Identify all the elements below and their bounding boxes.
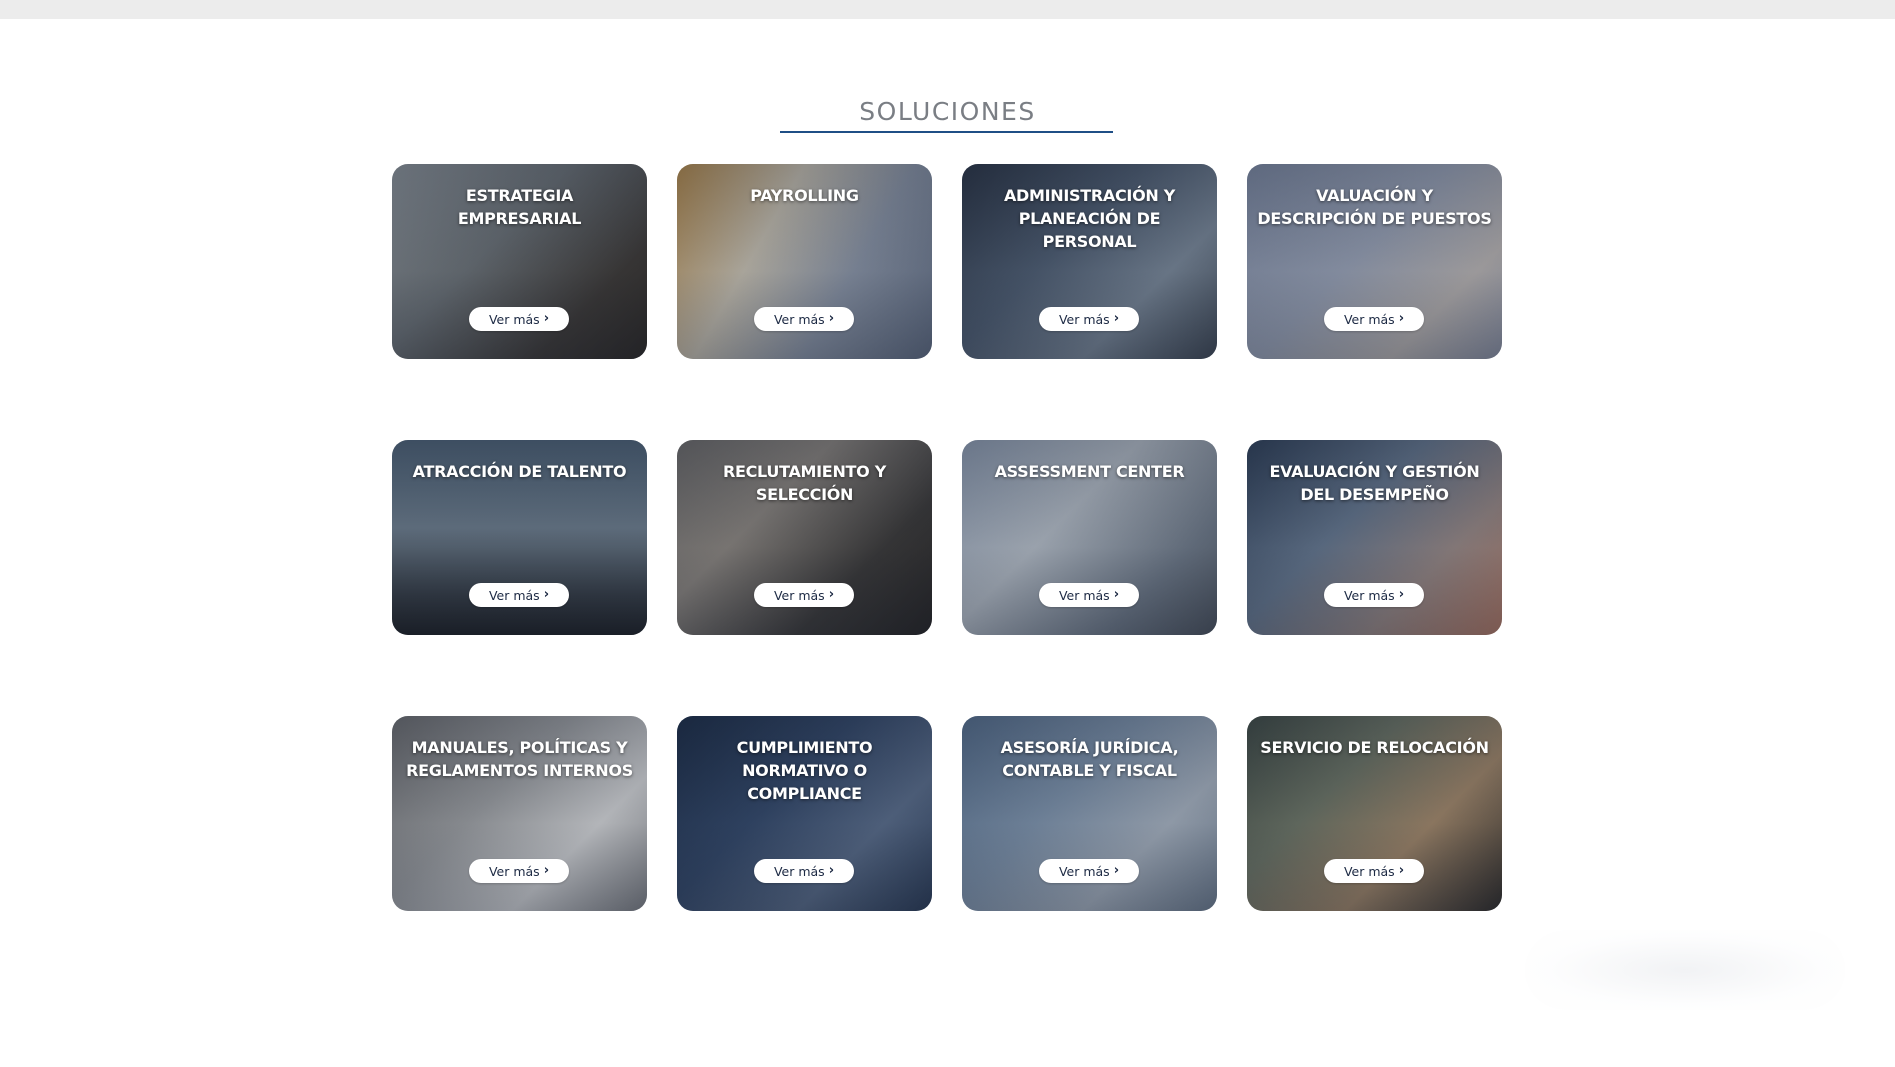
ver-mas-button[interactable]: Ver más › bbox=[754, 307, 854, 331]
ver-mas-label: Ver más bbox=[1343, 311, 1395, 327]
solution-card[interactable]: PAYROLLING Ver más › bbox=[677, 164, 932, 359]
solution-card[interactable]: VALUACIÓN Y DESCRIPCIÓN DE PUESTOS Ver má… bbox=[1247, 164, 1502, 359]
ver-mas-label: Ver más bbox=[1343, 863, 1395, 879]
ver-mas-button[interactable]: Ver más › bbox=[469, 583, 569, 607]
chevron-right-icon: › bbox=[1398, 310, 1405, 326]
solution-card[interactable]: ATRACCIÓN DE TALENTO Ver más › bbox=[392, 440, 647, 635]
ver-mas-button[interactable]: Ver más › bbox=[754, 859, 854, 883]
solution-card[interactable]: ASESORÍA JURÍDICA, CONTABLE Y FISCAL Ver … bbox=[962, 716, 1217, 911]
chevron-right-icon: › bbox=[1113, 586, 1120, 602]
ver-mas-label: Ver más bbox=[488, 311, 540, 327]
chevron-right-icon: › bbox=[1398, 862, 1405, 878]
ver-mas-label: Ver más bbox=[1058, 311, 1110, 327]
ver-mas-label: Ver más bbox=[773, 587, 825, 603]
card-title: ADMINISTRACIÓN Y PLANEACIÓN DE PERSONAL bbox=[1003, 186, 1176, 251]
chevron-right-icon: › bbox=[1113, 862, 1120, 878]
solution-card[interactable]: MANUALES, POLÍTICAS Y REGLAMENTOS INTERN… bbox=[392, 716, 647, 911]
card-title: ASSESSMENT CENTER bbox=[994, 462, 1185, 481]
ver-mas-button[interactable]: Ver más › bbox=[1039, 307, 1139, 331]
chevron-right-icon: › bbox=[828, 310, 835, 326]
chevron-right-icon: › bbox=[828, 862, 835, 878]
solution-card[interactable]: SERVICIO DE RELOCACIÓN Ver más › bbox=[1247, 716, 1502, 911]
ver-mas-label: Ver más bbox=[488, 587, 540, 603]
ver-mas-button[interactable]: Ver más › bbox=[1039, 859, 1139, 883]
ver-mas-label: Ver más bbox=[1058, 863, 1110, 879]
card-title: ASESORÍA JURÍDICA, CONTABLE Y FISCAL bbox=[1000, 738, 1179, 780]
chevron-right-icon: › bbox=[543, 586, 550, 602]
card-title: SERVICIO DE RELOCACIÓN bbox=[1260, 738, 1489, 757]
card-title: EVALUACIÓN Y GESTIÓN DEL DESEMPEÑO bbox=[1269, 462, 1480, 504]
ver-mas-button[interactable]: Ver más › bbox=[754, 583, 854, 607]
card-title: PAYROLLING bbox=[750, 186, 859, 205]
ver-mas-button[interactable]: Ver más › bbox=[469, 859, 569, 883]
solution-card[interactable]: ESTRATEGIA EMPRESARIAL Ver más › bbox=[392, 164, 647, 359]
ver-mas-button[interactable]: Ver más › bbox=[1324, 307, 1424, 331]
ver-mas-label: Ver más bbox=[1058, 587, 1110, 603]
ver-mas-label: Ver más bbox=[773, 863, 825, 879]
card-title: CUMPLIMIENTO NORMATIVO O COMPLIANCE bbox=[736, 738, 873, 803]
ver-mas-button[interactable]: Ver más › bbox=[1324, 583, 1424, 607]
card-title: ESTRATEGIA EMPRESARIAL bbox=[457, 186, 582, 228]
chevron-right-icon: › bbox=[828, 586, 835, 602]
ver-mas-button[interactable]: Ver más › bbox=[1039, 583, 1139, 607]
title-underline bbox=[780, 131, 1113, 133]
chevron-right-icon: › bbox=[1113, 310, 1120, 326]
top-bar bbox=[0, 0, 1895, 19]
chevron-right-icon: › bbox=[543, 310, 550, 326]
solution-card[interactable]: ASSESSMENT CENTER Ver más › bbox=[962, 440, 1217, 635]
chat-widget[interactable] bbox=[1525, 930, 1845, 1010]
chevron-right-icon: › bbox=[1398, 586, 1405, 602]
ver-mas-button[interactable]: Ver más › bbox=[469, 307, 569, 331]
ver-mas-label: Ver más bbox=[773, 311, 825, 327]
ver-mas-label: Ver más bbox=[488, 863, 540, 879]
solution-card[interactable]: CUMPLIMIENTO NORMATIVO O COMPLIANCE Ver m… bbox=[677, 716, 932, 911]
solution-card[interactable]: ADMINISTRACIÓN Y PLANEACIÓN DE PERSONAL V… bbox=[962, 164, 1217, 359]
solutions-grid: ESTRATEGIA EMPRESARIAL Ver más › PAYROLLING… bbox=[392, 164, 1503, 911]
solution-card[interactable]: RECLUTAMIENTO Y SELECCIÓN Ver más › bbox=[677, 440, 932, 635]
chevron-right-icon: › bbox=[543, 862, 550, 878]
card-title: ATRACCIÓN DE TALENTO bbox=[412, 462, 627, 481]
ver-mas-button[interactable]: Ver más › bbox=[1324, 859, 1424, 883]
ver-mas-label: Ver más bbox=[1343, 587, 1395, 603]
card-title: VALUACIÓN Y DESCRIPCIÓN DE PUESTOS bbox=[1257, 186, 1492, 228]
card-title: RECLUTAMIENTO Y SELECCIÓN bbox=[722, 462, 887, 504]
section-title: SOLUCIONES bbox=[859, 96, 1036, 126]
card-title: MANUALES, POLÍTICAS Y REGLAMENTOS INTERN… bbox=[406, 738, 633, 780]
solution-card[interactable]: EVALUACIÓN Y GESTIÓN DEL DESEMPEÑO Ver má… bbox=[1247, 440, 1502, 635]
